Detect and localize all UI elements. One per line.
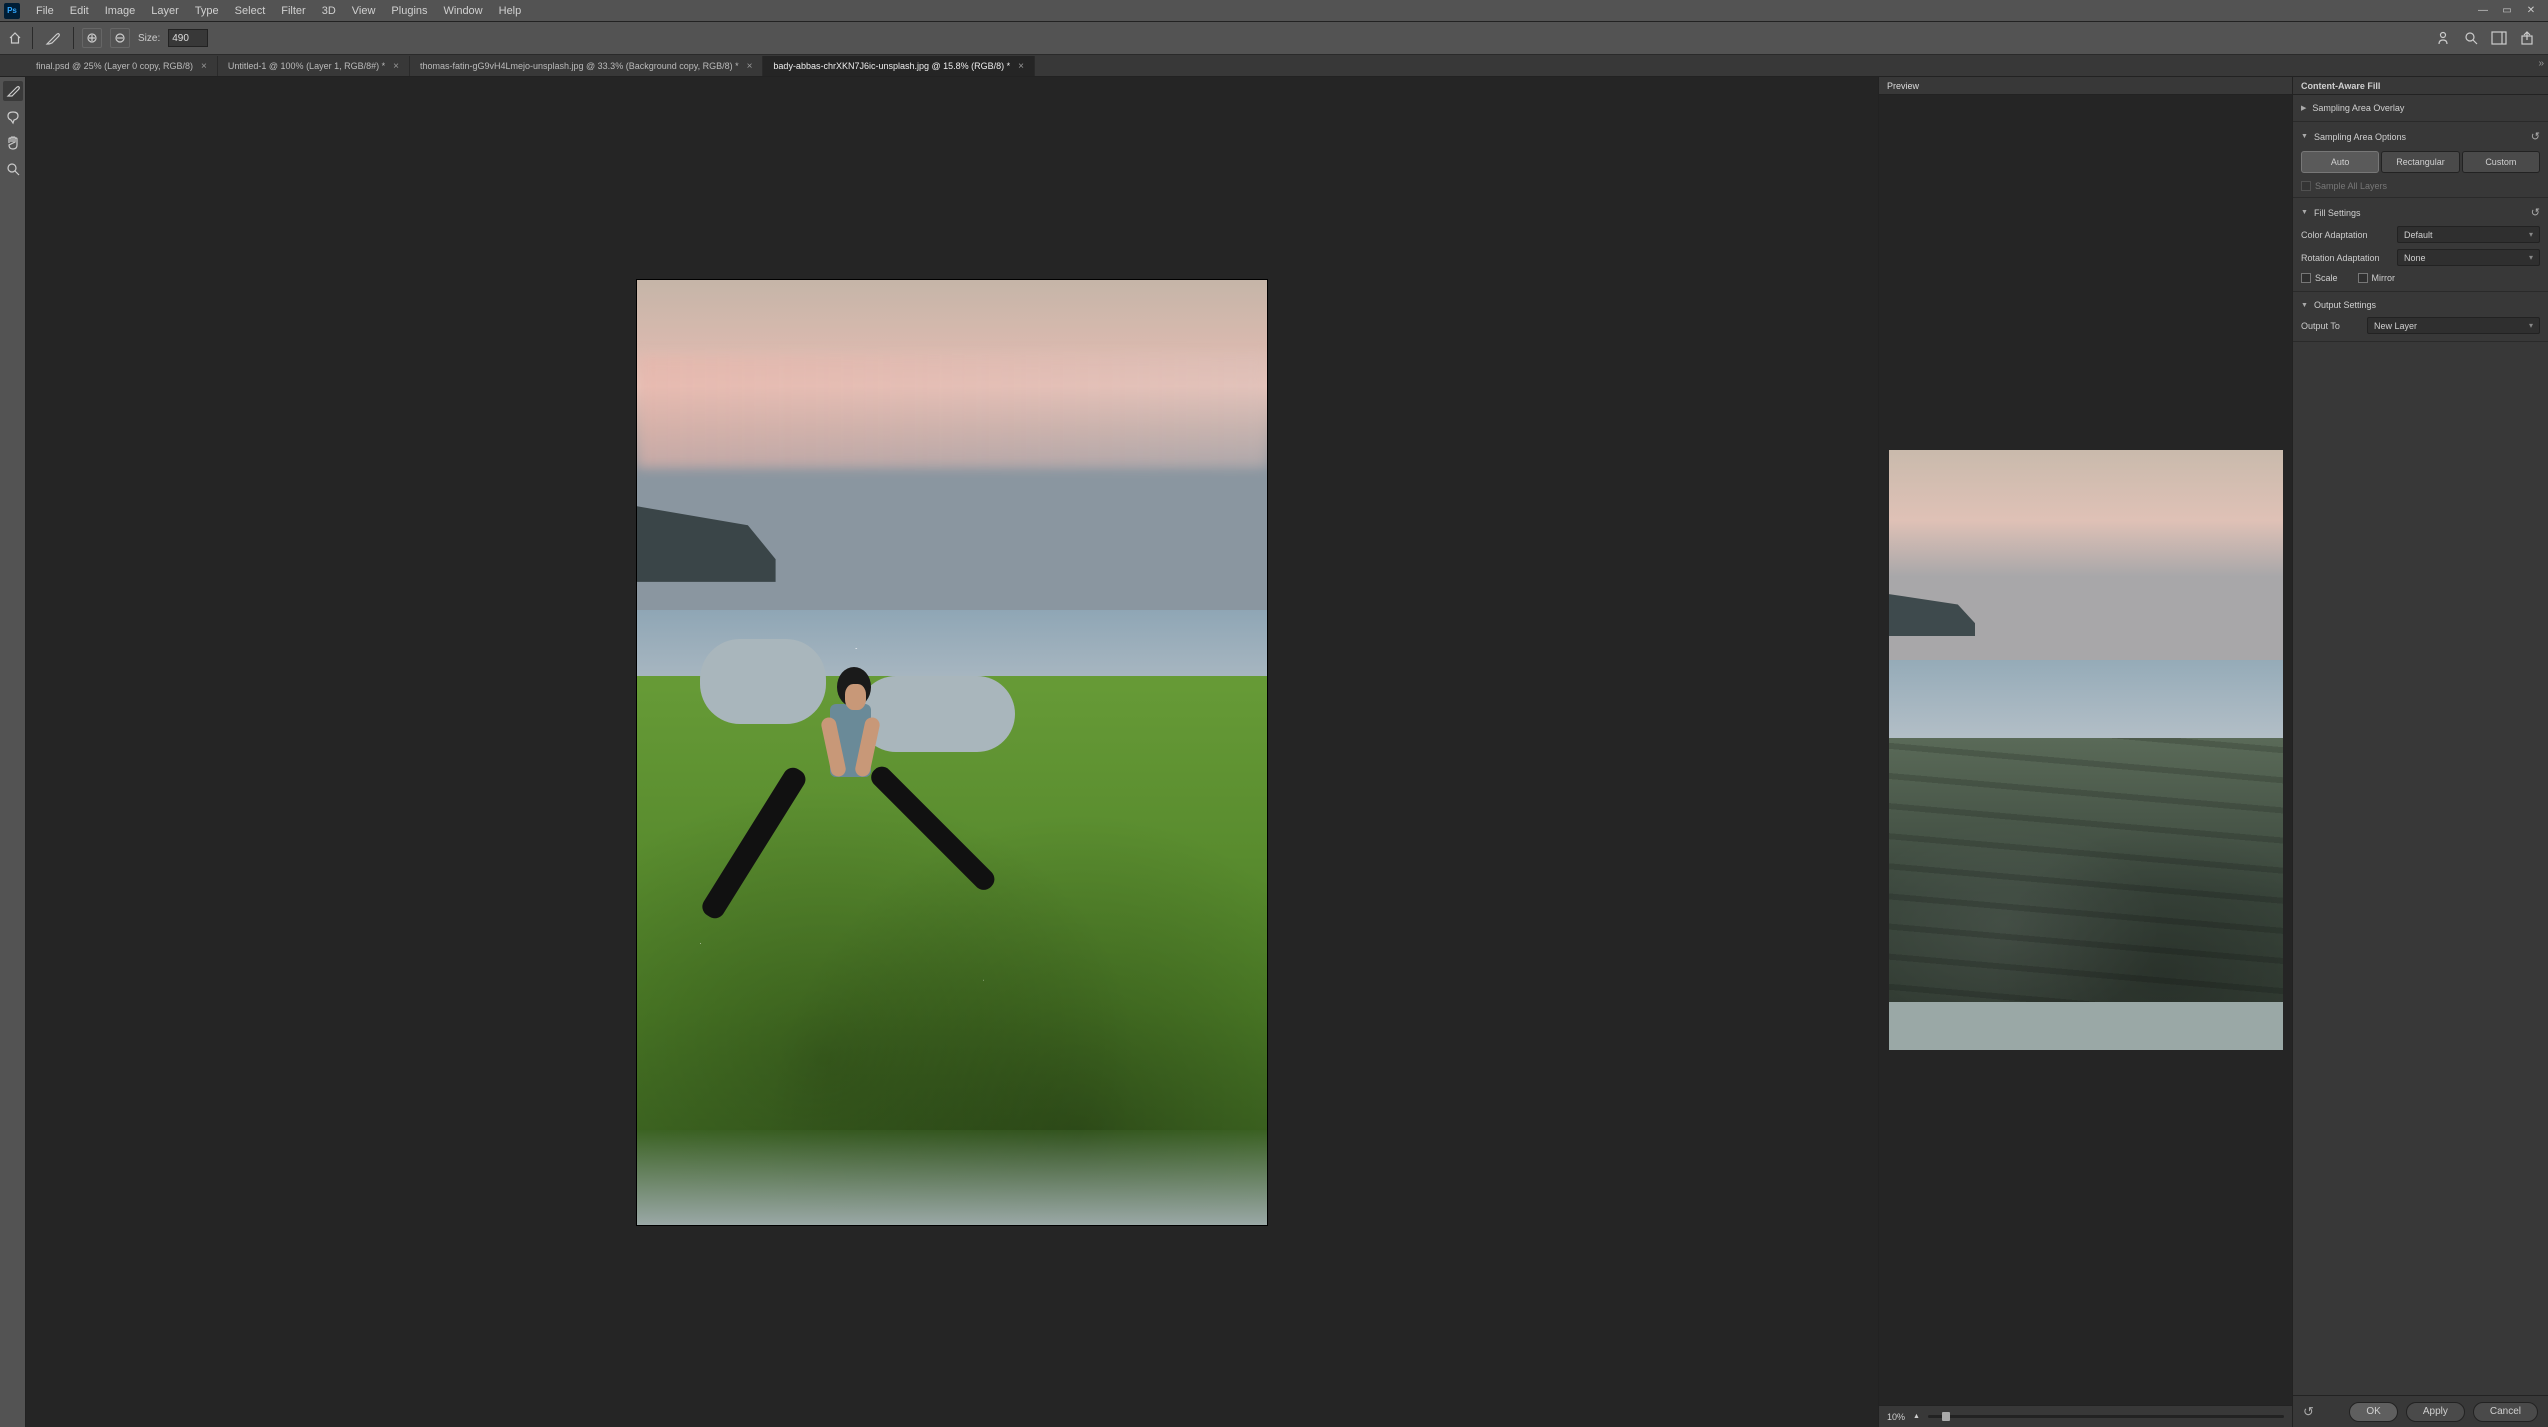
undo-icon[interactable]: ↺ [2303, 1404, 2314, 1420]
lasso-tool-icon[interactable] [3, 107, 23, 127]
cloud-share-icon[interactable] [2434, 29, 2452, 47]
menu-filter[interactable]: Filter [273, 5, 313, 17]
subtract-mode-icon[interactable] [110, 28, 130, 48]
document-tab[interactable]: bady-abbas-chrXKN7J6ic-unsplash.jpg @ 15… [763, 56, 1035, 76]
menu-image[interactable]: Image [97, 5, 144, 17]
menu-help[interactable]: Help [491, 5, 530, 17]
section-sampling-options[interactable]: Sampling Area Options ↺ [2301, 126, 2540, 147]
sampling-brush-icon[interactable] [41, 26, 65, 50]
workspace: Preview 10% ▲ Content-Aware Fill Samplin… [0, 77, 2548, 1427]
minimize-icon[interactable]: — [2476, 4, 2490, 18]
panel-footer: ↺ OK Apply Cancel [2293, 1395, 2548, 1427]
zoom-slider[interactable] [1928, 1415, 2284, 1418]
tab-close-icon[interactable]: × [1018, 61, 1024, 72]
preview-image [1889, 450, 2283, 1050]
chevron-right-icon [2301, 104, 2306, 112]
menu-layer[interactable]: Layer [143, 5, 187, 17]
menu-view[interactable]: View [344, 5, 384, 17]
close-icon[interactable]: ✕ [2524, 4, 2538, 18]
output-to-dropdown[interactable]: New Layer [2367, 317, 2540, 334]
search-icon[interactable] [2462, 29, 2480, 47]
menu-3d[interactable]: 3D [314, 5, 344, 17]
ok-button[interactable]: OK [2349, 1402, 2397, 1422]
content-aware-fill-panel: Content-Aware Fill Sampling Area Overlay… [2292, 77, 2548, 1427]
preview-tab[interactable]: Preview [1879, 77, 2292, 95]
sampling-brush-tool-icon[interactable] [3, 81, 23, 101]
restore-icon[interactable]: ▭ [2500, 4, 2514, 18]
sampling-option-custom[interactable]: Custom [2462, 151, 2540, 173]
panel-title: Content-Aware Fill [2293, 77, 2548, 95]
hand-tool-icon[interactable] [3, 133, 23, 153]
document-tab[interactable]: Untitled-1 @ 100% (Layer 1, RGB/8#) *× [218, 56, 410, 76]
add-mode-icon[interactable] [82, 28, 102, 48]
preview-panel: Preview 10% ▲ [1878, 77, 2292, 1427]
left-toolbar [0, 77, 26, 1427]
size-label: Size: [138, 33, 160, 44]
tab-close-icon[interactable]: × [393, 61, 399, 72]
menu-file[interactable]: File [28, 5, 62, 17]
tab-overflow-icon[interactable]: » [2538, 58, 2544, 69]
sampling-option-auto[interactable]: Auto [2301, 151, 2379, 173]
section-fill-settings[interactable]: Fill Settings ↺ [2301, 202, 2540, 223]
chevron-down-icon [2301, 209, 2308, 216]
rotation-adaptation-dropdown[interactable]: None [2397, 249, 2540, 266]
section-sampling-overlay[interactable]: Sampling Area Overlay [2301, 99, 2540, 117]
chevron-down-icon [2301, 133, 2308, 140]
options-bar: Size: [0, 22, 2548, 55]
document-tab[interactable]: final.psd @ 25% (Layer 0 copy, RGB/8)× [26, 56, 218, 76]
color-adaptation-dropdown[interactable]: Default [2397, 226, 2540, 243]
brush-size-input[interactable] [168, 29, 208, 47]
document-image [637, 280, 1267, 1225]
reset-icon[interactable]: ↺ [2531, 130, 2540, 143]
preview-zoom-bar: 10% ▲ [1879, 1405, 2292, 1427]
scale-checkbox[interactable] [2301, 273, 2311, 283]
zoom-value: 10% [1887, 1412, 1905, 1422]
apply-button[interactable]: Apply [2406, 1402, 2465, 1422]
app-logo: Ps [4, 3, 20, 19]
mirror-checkbox[interactable] [2358, 273, 2368, 283]
workspace-icon[interactable] [2490, 29, 2508, 47]
menu-select[interactable]: Select [227, 5, 274, 17]
home-icon[interactable] [6, 29, 24, 47]
share-icon[interactable] [2518, 29, 2536, 47]
cancel-button[interactable]: Cancel [2473, 1402, 2538, 1422]
document-tab[interactable]: thomas-fatin-gG9vH4Lmejo-unsplash.jpg @ … [410, 56, 763, 76]
menu-plugins[interactable]: Plugins [383, 5, 435, 17]
sample-all-layers-checkbox [2301, 181, 2311, 191]
zoom-triangle-icon[interactable]: ▲ [1913, 1413, 1920, 1420]
tab-close-icon[interactable]: × [201, 61, 207, 72]
sampling-option-rectangular[interactable]: Rectangular [2381, 151, 2459, 173]
document-tab-bar: final.psd @ 25% (Layer 0 copy, RGB/8)×Un… [0, 55, 2548, 77]
reset-icon[interactable]: ↺ [2531, 206, 2540, 219]
canvas[interactable] [26, 77, 1878, 1427]
menu-window[interactable]: Window [436, 5, 491, 17]
chevron-down-icon [2301, 302, 2308, 309]
menu-bar: Ps FileEditImageLayerTypeSelectFilter3DV… [0, 0, 2548, 22]
menu-edit[interactable]: Edit [62, 5, 97, 17]
zoom-tool-icon[interactable] [3, 159, 23, 179]
menu-type[interactable]: Type [187, 5, 227, 17]
section-output-settings[interactable]: Output Settings [2301, 296, 2540, 314]
tab-close-icon[interactable]: × [747, 61, 753, 72]
